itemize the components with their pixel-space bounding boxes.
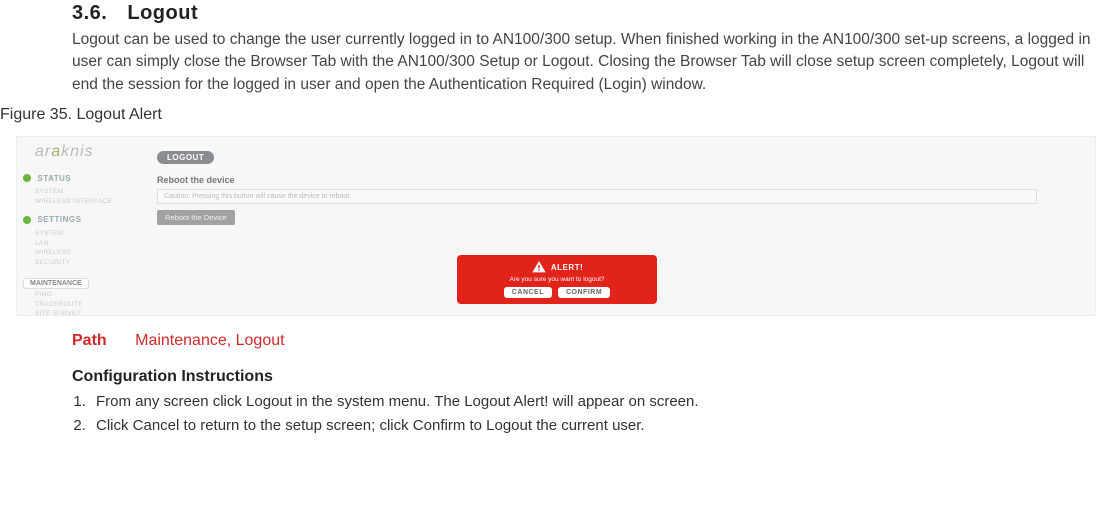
alert-title: ALERT! <box>551 263 583 272</box>
section-heading: 3.6. Logout <box>72 2 1096 25</box>
logout-alert-dialog: ALERT! Are you sure you want to logout? … <box>457 255 657 304</box>
cancel-button[interactable]: CANCEL <box>504 287 552 298</box>
config-steps-list: From any screen click Logout in the syst… <box>72 390 1096 437</box>
path-row: Path Maintenance, Logout <box>72 332 1096 350</box>
caution-bar: Caution: Pressing this button will cause… <box>157 189 1037 204</box>
sidebar-item[interactable]: TRACEROUTE <box>35 300 137 310</box>
intro-paragraph: Logout can be used to change the user cu… <box>72 29 1092 96</box>
logo-text-suffix: knis <box>61 143 93 160</box>
config-step: From any screen click Logout in the syst… <box>90 390 1096 413</box>
reboot-section-label: Reboot the device <box>157 175 1085 185</box>
sidebar-item[interactable]: SYSTEM <box>35 229 137 239</box>
sidebar-item[interactable]: LAN <box>35 239 137 249</box>
logo-dot-icon: a <box>51 143 61 160</box>
sidebar-item-maintenance-active[interactable]: MAINTENANCE <box>23 278 89 289</box>
sidebar-head-settings: SETTINGS <box>37 215 81 224</box>
logout-alert-screenshot: araknis STATUS SYSTEM WIRELESS INTERFACE… <box>16 136 1096 316</box>
sidebar-item[interactable]: WIRELESS <box>35 248 137 258</box>
figure-caption: Figure 35. Logout Alert <box>0 106 1112 124</box>
section-number: 3.6. <box>72 2 107 25</box>
warning-triangle-icon <box>531 259 547 275</box>
screenshot-content: LOGOUT Reboot the device Caution: Pressi… <box>157 147 1085 225</box>
section-title: Logout <box>127 2 198 25</box>
reboot-button[interactable]: Reboot the Device <box>157 210 235 225</box>
brand-logo: araknis <box>35 143 94 161</box>
page-title-pill: LOGOUT <box>157 151 214 164</box>
screenshot-sidebar: STATUS SYSTEM WIRELESS INTERFACE SETTING… <box>17 167 137 315</box>
sidebar-item[interactable]: SECURITY <box>35 258 137 268</box>
logo-text-prefix: ar <box>35 143 51 160</box>
confirm-button[interactable]: CONFIRM <box>558 287 610 298</box>
settings-dot-icon <box>23 216 31 224</box>
sidebar-item[interactable]: SYSTEM <box>35 187 137 197</box>
sidebar-item[interactable]: WIRELESS INTERFACE <box>35 197 137 207</box>
sidebar-item[interactable]: SITE SURVEY <box>35 309 137 316</box>
config-step: Click Cancel to return to the setup scre… <box>90 414 1096 437</box>
path-label: Path <box>72 332 107 349</box>
sidebar-head-status: STATUS <box>37 174 71 183</box>
sidebar-item[interactable]: PING <box>35 290 137 300</box>
status-dot-icon <box>23 174 31 182</box>
alert-message: Are you sure you want to logout? <box>463 276 651 283</box>
path-value: Maintenance, Logout <box>135 332 284 349</box>
config-instructions-heading: Configuration Instructions <box>72 368 1096 386</box>
